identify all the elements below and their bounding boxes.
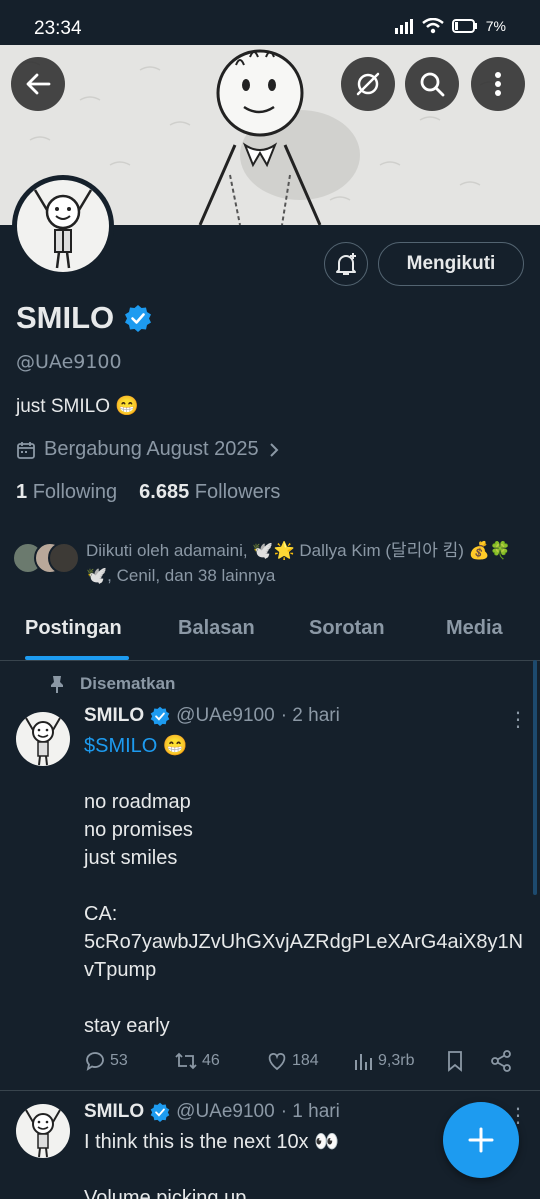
heart-icon bbox=[268, 1053, 286, 1071]
avatar-illustration bbox=[33, 189, 93, 269]
scrollbar[interactable] bbox=[533, 660, 537, 895]
tweet-time: · 1 hari bbox=[280, 1101, 340, 1122]
tweet-author-name[interactable]: SMILO bbox=[84, 705, 144, 727]
status-time: 23:34 bbox=[34, 18, 82, 39]
tweet-author-name[interactable]: SMILO bbox=[84, 1101, 144, 1123]
bookmark-button[interactable] bbox=[445, 1050, 465, 1072]
like-count: 184 bbox=[292, 1052, 319, 1069]
profile-name-row: SMILO bbox=[16, 300, 152, 336]
profile-tabs: Postingan Balasan Sorotan Media bbox=[0, 605, 540, 661]
following-label: Following bbox=[32, 481, 118, 503]
pinned-text: Disematkan bbox=[80, 674, 176, 693]
bell-plus-icon bbox=[336, 253, 356, 275]
cashtag-emoji: 😁 bbox=[157, 735, 188, 757]
reply-count: 53 bbox=[110, 1052, 128, 1069]
share-button[interactable] bbox=[490, 1050, 512, 1072]
tab-replies[interactable]: Balasan bbox=[178, 617, 255, 640]
verified-badge-icon bbox=[150, 1102, 170, 1122]
tab-media[interactable]: Media bbox=[446, 617, 503, 640]
signal-icon bbox=[394, 19, 413, 34]
followed-by-text: Diikuti oleh adamaini, 🕊️🌟 Dallya Kim (달… bbox=[86, 541, 511, 585]
grok-button[interactable] bbox=[341, 57, 395, 111]
verified-badge-icon[interactable] bbox=[124, 304, 152, 332]
wifi-icon bbox=[421, 18, 444, 34]
tweet-avatar[interactable] bbox=[16, 712, 70, 766]
followed-by-row[interactable]: Diikuti oleh adamaini, 🕊️🌟 Dallya Kim (달… bbox=[12, 538, 532, 588]
following-count: 1 bbox=[16, 481, 28, 503]
tweet-text: $SMILO 😁 bbox=[84, 732, 524, 760]
follower-avatar bbox=[48, 542, 80, 574]
share-icon bbox=[491, 1050, 511, 1072]
back-button[interactable] bbox=[11, 57, 65, 111]
followers-stat[interactable]: 6.685 Followers bbox=[139, 481, 280, 504]
tweet-body-text: no roadmap no promises just smiles CA: 5… bbox=[84, 791, 524, 1037]
plus-icon bbox=[468, 1127, 494, 1153]
following-button[interactable]: Mengikuti bbox=[378, 242, 524, 286]
pin-icon bbox=[51, 676, 63, 693]
back-arrow-icon bbox=[26, 73, 51, 95]
battery-icon bbox=[451, 19, 477, 33]
tab-posts[interactable]: Postingan bbox=[25, 617, 122, 640]
profile-bio: just SMILO 😁 bbox=[16, 396, 139, 417]
status-icons: 7% bbox=[394, 18, 506, 34]
profile-handle: @UAe9100 bbox=[16, 351, 122, 373]
following-stat[interactable]: 1 Following bbox=[16, 481, 117, 504]
tweet-actions: 53 46 184 9,3rb bbox=[84, 1050, 524, 1080]
views-chart-icon bbox=[355, 1054, 372, 1070]
tweet-more-button[interactable]: ⋮ bbox=[508, 707, 528, 731]
follow-stats: 1 Following 6.685 Followers bbox=[16, 481, 280, 504]
bookmark-icon bbox=[448, 1051, 462, 1072]
tweet-time: · 2 hari bbox=[280, 705, 340, 726]
joined-text: Bergabung August 2025 bbox=[44, 438, 259, 460]
verified-badge-icon bbox=[150, 706, 170, 726]
cashtag-link[interactable]: $SMILO bbox=[84, 735, 157, 757]
views-button[interactable]: 9,3rb bbox=[354, 1050, 414, 1072]
retweet-button[interactable]: 46 bbox=[174, 1050, 220, 1072]
calendar-icon bbox=[17, 441, 35, 459]
notification-bell-button[interactable] bbox=[324, 242, 368, 286]
avatar-illustration bbox=[25, 1109, 61, 1158]
grok-icon bbox=[356, 72, 380, 96]
chevron-right-icon bbox=[269, 442, 279, 457]
followers-label: Followers bbox=[194, 481, 281, 503]
display-name: SMILO bbox=[16, 300, 115, 335]
search-icon bbox=[420, 72, 445, 97]
follower-avatars bbox=[12, 538, 80, 578]
retweet-icon bbox=[175, 1052, 197, 1070]
more-vertical-icon bbox=[495, 72, 501, 96]
battery-level: 7% bbox=[485, 18, 506, 34]
tweet-divider bbox=[0, 1090, 540, 1091]
avatar-illustration bbox=[25, 717, 61, 766]
tweet-author-handle: @UAe9100 bbox=[176, 1101, 275, 1122]
views-count: 9,3rb bbox=[378, 1052, 415, 1069]
followers-count: 6.685 bbox=[139, 481, 190, 503]
more-options-button[interactable] bbox=[471, 57, 525, 111]
reply-icon bbox=[86, 1052, 104, 1071]
tweet-avatar[interactable] bbox=[16, 1104, 70, 1158]
search-button[interactable] bbox=[405, 57, 459, 111]
tweet-header: SMILO @UAe9100 · 1 hari bbox=[84, 1101, 340, 1123]
tweet-header: SMILO @UAe9100 · 2 hari bbox=[84, 705, 340, 727]
retweet-count: 46 bbox=[202, 1052, 220, 1069]
joined-date[interactable]: Bergabung August 2025 bbox=[16, 438, 281, 461]
profile-avatar[interactable] bbox=[12, 175, 114, 277]
reply-button[interactable]: 53 bbox=[84, 1050, 128, 1072]
active-tab-indicator bbox=[25, 656, 129, 660]
compose-button[interactable] bbox=[443, 1102, 519, 1178]
like-button[interactable]: 184 bbox=[266, 1050, 319, 1072]
tab-highlights[interactable]: Sorotan bbox=[309, 617, 385, 640]
pinned-label: Disematkan bbox=[48, 674, 175, 694]
tweet-author-handle: @UAe9100 bbox=[176, 705, 275, 726]
